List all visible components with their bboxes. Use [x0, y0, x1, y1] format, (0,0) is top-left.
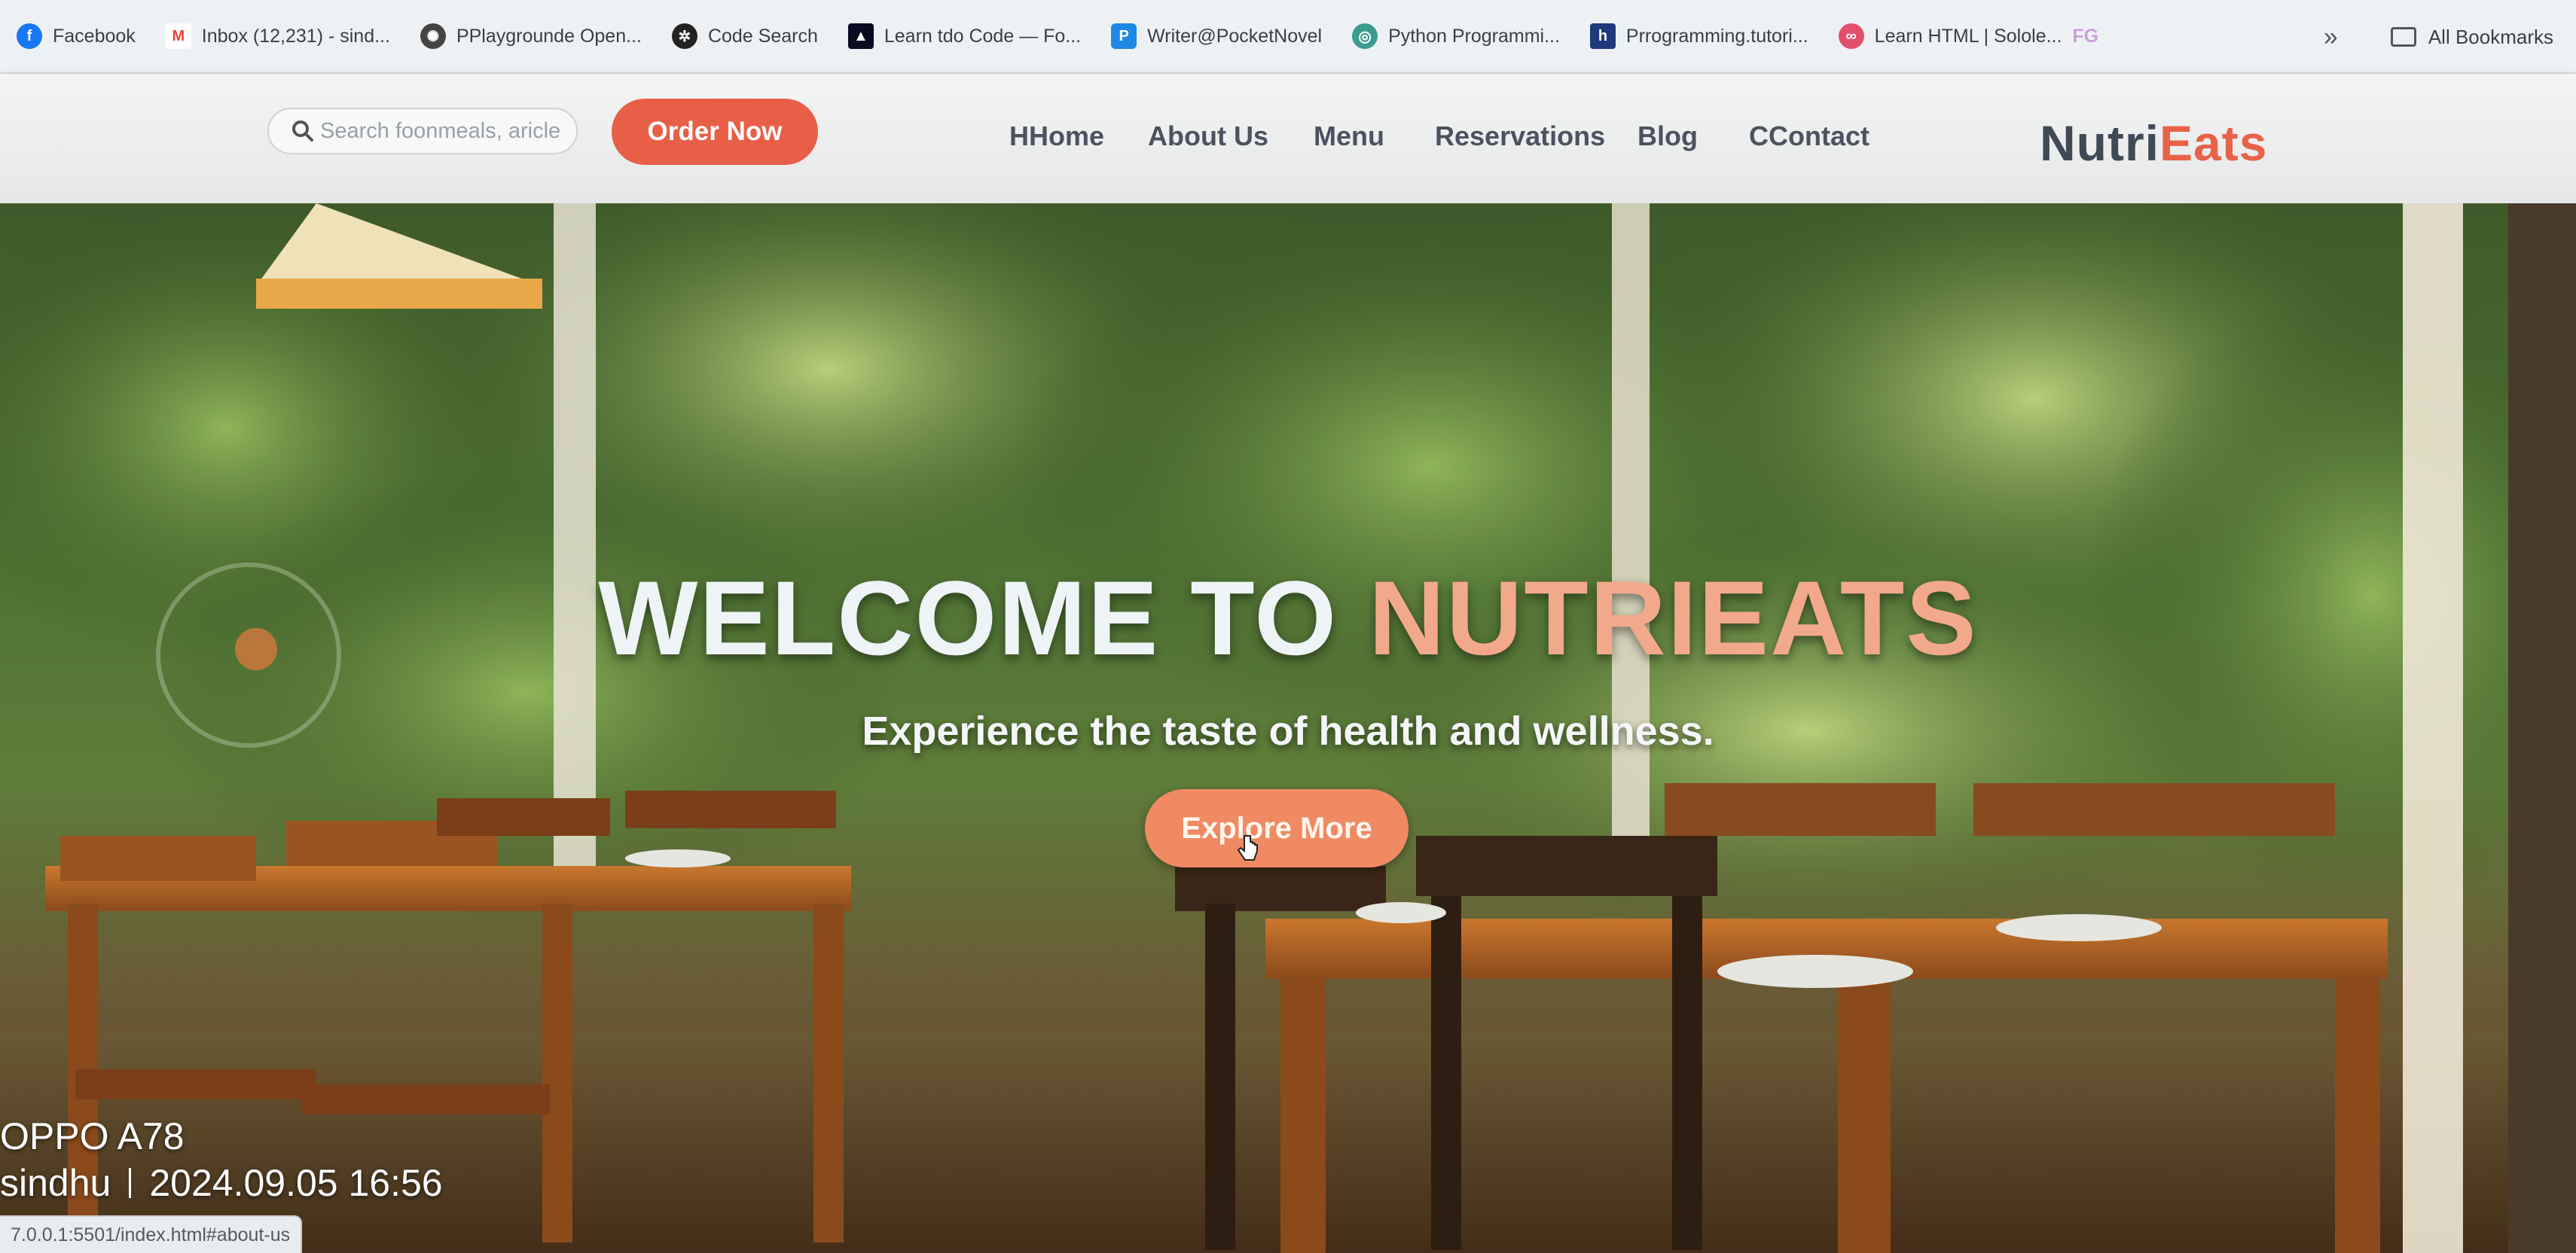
- bookmark-gmail[interactable]: M Inbox (12,231) - sind...: [165, 23, 390, 49]
- order-now-button[interactable]: Order Now: [612, 99, 818, 165]
- brand-logo[interactable]: NutriEats: [2040, 114, 2267, 172]
- site-header: Order Now HHome About Us Menu Reservatio…: [0, 74, 2576, 203]
- search-input[interactable]: [320, 118, 576, 144]
- bookmark-label: Prrogramming.tutori...: [1625, 25, 1808, 47]
- camera-watermark: OPPO A78 sindhu 2024.09.05 16:56: [0, 1113, 443, 1206]
- camera-timestamp: 2024.09.05 16:56: [149, 1162, 443, 1204]
- bookmark-label: Code Search: [707, 25, 818, 47]
- bookmark-pocketnovel[interactable]: P Writer@PocketNovel: [1111, 23, 1322, 49]
- hero-section: WELCOME TO NUTRIEATS Experience the tast…: [0, 203, 2576, 1253]
- bookmark-sololearn[interactable]: ∞ Learn HTML | Sololе... FG: [1838, 23, 2099, 49]
- sololearn-icon: ∞: [1838, 23, 1864, 49]
- nav-about-us[interactable]: About Us: [1148, 120, 1268, 152]
- bookmark-label: PPlaygrounde Open...: [456, 25, 642, 47]
- explore-more-button[interactable]: Explore More: [1145, 789, 1409, 867]
- hand-cursor-icon: [1237, 835, 1258, 861]
- status-bar-url: 7.0.0.1:5501/index.html#about-us: [0, 1215, 303, 1253]
- bookmark-facebook[interactable]: f Facebook: [17, 23, 136, 49]
- camera-user: sindhu: [0, 1162, 111, 1204]
- nav-reservations[interactable]: Reservations: [1435, 120, 1605, 152]
- bookmark-playground[interactable]: ✺ PPlaygrounde Open...: [420, 23, 642, 49]
- nav-home[interactable]: HHome: [1009, 120, 1104, 152]
- brand-name-part2: Eats: [2159, 115, 2268, 171]
- fg-badge: FG: [2072, 25, 2099, 47]
- gmail-icon: M: [165, 23, 191, 49]
- bookmark-label: Python Programmi...: [1388, 25, 1560, 47]
- nav-menu[interactable]: Menu: [1314, 120, 1384, 152]
- bookmark-freecodecamp[interactable]: ▲ Learn tdo Code — Fo...: [847, 23, 1082, 49]
- hero-title: WELCOME TO NUTRIEATS: [0, 557, 2576, 679]
- hero-title-highlight: NUTRIEATS: [1369, 559, 1978, 677]
- brand-name-part1: Nutri: [2040, 115, 2159, 171]
- watermark-divider: [129, 1168, 132, 1198]
- h-site-icon: h: [1589, 23, 1616, 49]
- all-bookmarks-label: All Bookmarks: [2428, 25, 2553, 48]
- python-site-icon: ◎: [1352, 23, 1378, 49]
- bookmark-code-search[interactable]: ✲ Code Search: [671, 23, 818, 49]
- bookmark-label: Learn tdo Code — Fo...: [884, 25, 1082, 47]
- nav-contact[interactable]: CContact: [1749, 120, 1869, 152]
- search-box[interactable]: [267, 108, 578, 154]
- code-search-icon: ✲: [671, 23, 697, 49]
- hero-title-part1: WELCOME TO: [598, 559, 1369, 677]
- folder-icon: [2390, 27, 2416, 47]
- all-bookmarks-button[interactable]: All Bookmarks: [2390, 25, 2553, 49]
- bookmark-label: Inbox (12,231) - sind...: [201, 25, 390, 47]
- search-icon: [292, 120, 313, 142]
- hero-subtitle: Experience the taste of health and welln…: [862, 709, 1714, 754]
- facebook-icon: f: [17, 23, 42, 49]
- camera-model: OPPO A78: [0, 1115, 185, 1157]
- bookmark-label: Facebook: [53, 25, 136, 47]
- bookmark-python[interactable]: ◎ Python Programmi...: [1352, 23, 1560, 49]
- nav-blog[interactable]: Blog: [1637, 120, 1698, 152]
- chevron-double-right-icon[interactable]: »: [2324, 23, 2338, 52]
- bookmarks-bar: f Facebook M Inbox (12,231) - sind... ✺ …: [0, 0, 2576, 74]
- bookmark-label: Writer@PocketNovel: [1147, 25, 1323, 47]
- freecodecamp-icon: ▲: [847, 23, 874, 49]
- bookmark-label: Learn HTML | Sololе...: [1874, 25, 2062, 47]
- openai-icon: ✺: [420, 23, 446, 49]
- bookmark-programming[interactable]: h Prrogramming.tutori...: [1589, 23, 1808, 49]
- pocketnovel-icon: P: [1111, 23, 1137, 49]
